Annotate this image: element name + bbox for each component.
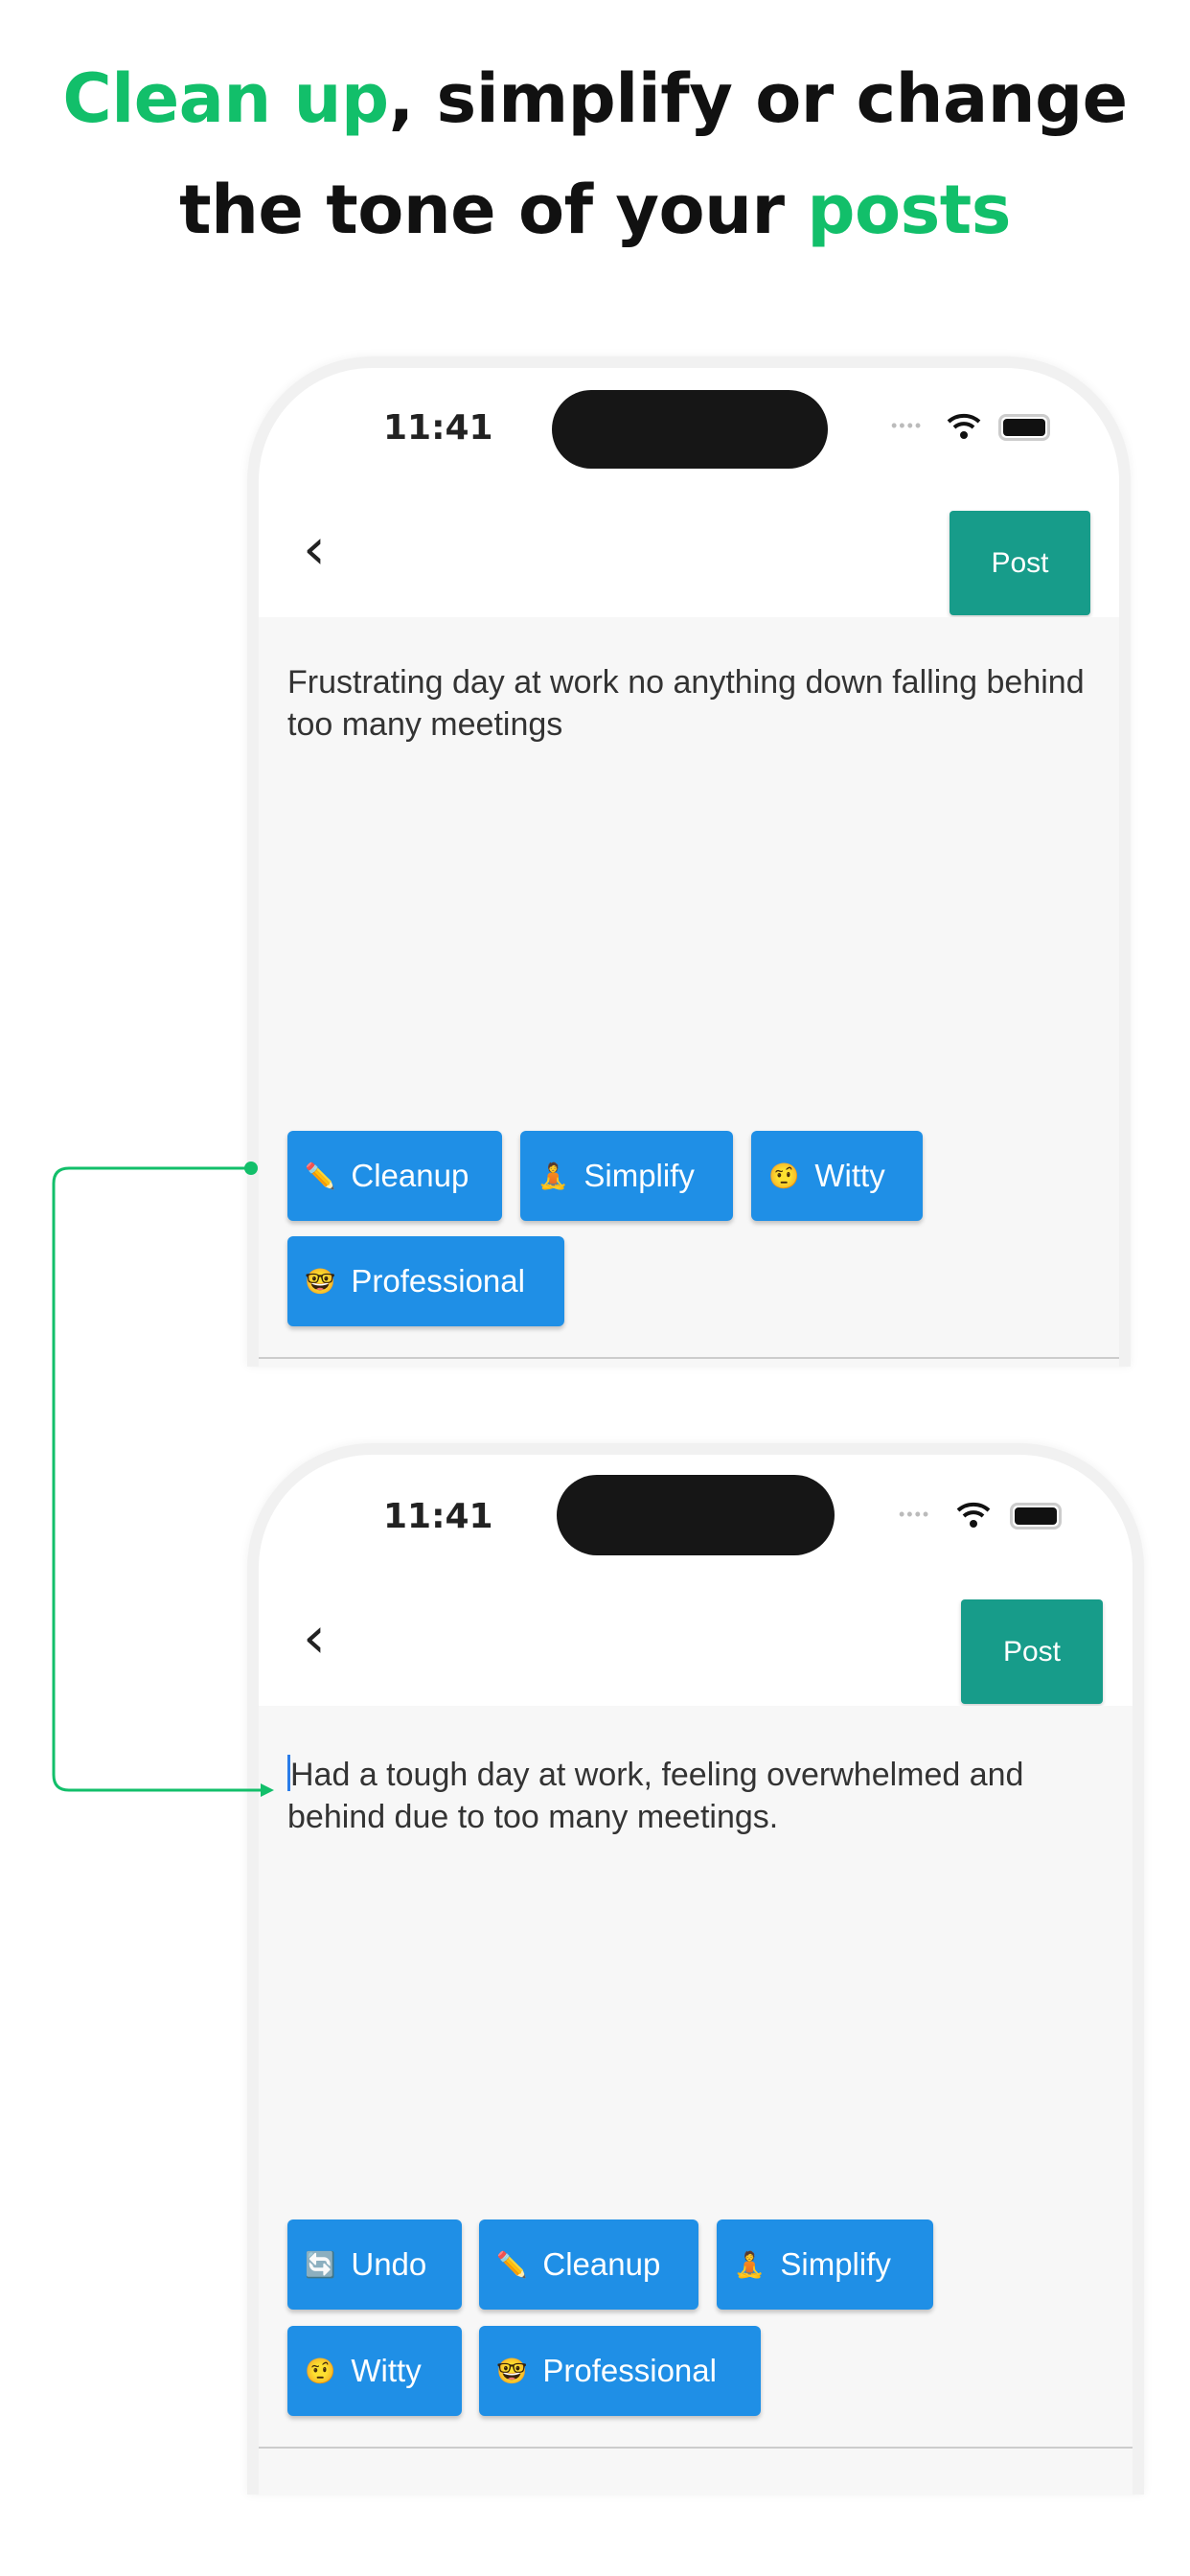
connector-arrow — [52, 1162, 274, 1797]
